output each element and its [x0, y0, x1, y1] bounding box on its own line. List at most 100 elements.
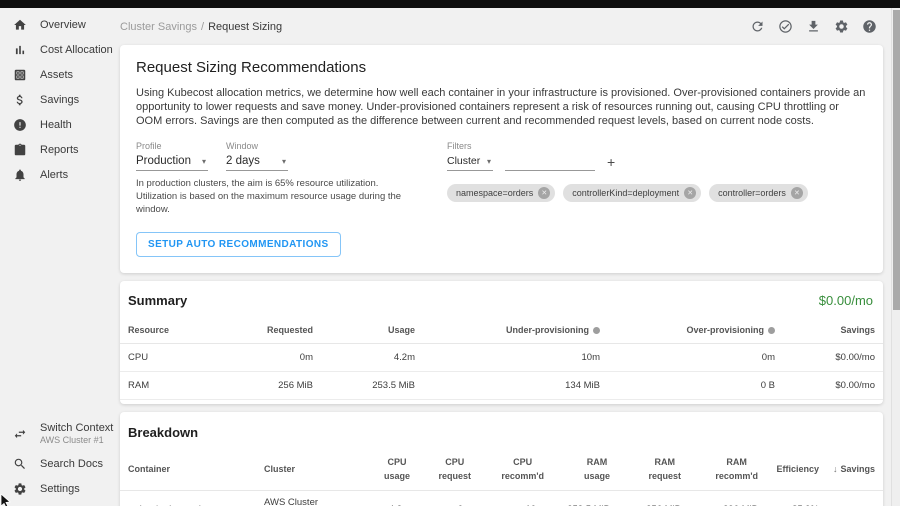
sidebar-item-label: Assets: [40, 69, 73, 81]
scrollbar-thumb[interactable]: [893, 10, 900, 310]
cell-requested: 0m: [253, 352, 313, 363]
cell-cluster: AWS Cluster #1/cluster-one: [264, 497, 360, 506]
cell-under: 134 MiB: [415, 380, 600, 391]
current-context: AWS Cluster #1: [40, 435, 113, 446]
column-header-ram-usage[interactable]: RAMusage: [584, 456, 610, 484]
sidebar-item-cost-allocation[interactable]: Cost Allocation: [0, 37, 110, 62]
help-icon[interactable]: [862, 19, 877, 34]
breakdown-title: Breakdown: [128, 425, 198, 440]
refresh-icon[interactable]: [750, 19, 765, 34]
info-icon[interactable]: [593, 327, 600, 334]
close-icon[interactable]: ✕: [538, 187, 550, 199]
table-row[interactable]: orders/orders:orders AWS Cluster #1/clus…: [120, 491, 883, 506]
breadcrumb-parent[interactable]: Cluster Savings: [120, 21, 197, 33]
summary-total-savings: $0.00/mo: [819, 293, 873, 308]
sidebar-item-alerts[interactable]: Alerts: [0, 162, 110, 187]
home-icon: [13, 18, 27, 32]
cell-over: 0m: [600, 352, 775, 363]
cell-savings: $0.00/mo: [775, 352, 875, 363]
window-select-label: Window: [226, 141, 288, 151]
profile-hint-text: In production clusters, the aim is 65% r…: [136, 178, 418, 216]
add-filter-button[interactable]: +: [607, 155, 615, 171]
main-area: Cluster Savings / Request Sizing Request S…: [110, 8, 891, 506]
setup-auto-recommendations-button[interactable]: SETUP AUTO RECOMMENDATIONS: [136, 232, 341, 257]
cell-usage: 4.2m: [313, 352, 415, 363]
sidebar-item-overview[interactable]: Overview: [0, 12, 110, 37]
summary-card: Summary $0.00/mo Resource Requested Usag…: [120, 281, 883, 404]
bell-icon: [13, 168, 27, 182]
column-header-cpu-usage[interactable]: CPUusage: [384, 456, 410, 484]
profile-select[interactable]: Production ▾: [136, 154, 208, 171]
column-header-savings-sort[interactable]: ↓Savings: [833, 463, 875, 477]
request-sizing-card: Request Sizing Recommendations Using Kub…: [120, 45, 883, 273]
filter-value-input[interactable]: [505, 155, 595, 171]
check-circle-icon[interactable]: [778, 19, 793, 34]
column-header-ram-request[interactable]: RAMrequest: [648, 456, 681, 484]
sidebar: Overview Cost Allocation Assets Savings …: [0, 8, 110, 506]
search-docs-button[interactable]: Search Docs: [0, 451, 110, 476]
column-header-cluster[interactable]: Cluster: [264, 463, 295, 477]
table-row: RAM 256 MiB 253.5 MiB 134 MiB 0 B $0.00/…: [120, 372, 883, 400]
column-header-usage: Usage: [313, 325, 415, 335]
search-docs-label: Search Docs: [40, 458, 103, 470]
sort-descending-icon: ↓: [833, 464, 838, 474]
column-header-requested: Requested: [253, 325, 313, 335]
filter-chip[interactable]: controllerKind=deployment ✕: [563, 184, 701, 202]
window-select[interactable]: 2 days ▾: [226, 154, 288, 171]
switch-context-button[interactable]: Switch Context AWS Cluster #1: [0, 417, 110, 451]
summary-title: Summary: [128, 293, 187, 308]
clipboard-icon: [13, 143, 27, 157]
mouse-cursor: [0, 494, 12, 506]
gear-icon[interactable]: [834, 19, 849, 34]
sidebar-item-assets[interactable]: Assets: [0, 62, 110, 87]
search-icon: [13, 457, 27, 471]
column-header-container[interactable]: Container: [128, 463, 170, 477]
chevron-down-icon: ▾: [202, 157, 206, 166]
filter-chip[interactable]: controller=orders ✕: [709, 184, 808, 202]
chevron-down-icon: ▾: [487, 157, 491, 166]
cell-requested: 256 MiB: [253, 380, 313, 391]
cell-resource: CPU: [128, 352, 253, 363]
info-icon[interactable]: [768, 327, 775, 334]
column-header-cpu-request[interactable]: CPUrequest: [438, 456, 471, 484]
sidebar-item-health[interactable]: Health: [0, 112, 110, 137]
sidebar-item-reports[interactable]: Reports: [0, 137, 110, 162]
cell-savings: $0.00/mo: [775, 380, 875, 391]
settings-button[interactable]: Settings: [0, 476, 110, 501]
download-icon[interactable]: [806, 19, 821, 34]
column-header-efficiency[interactable]: Efficiency: [776, 463, 819, 477]
column-header-under-provisioning: Under-provisioning: [415, 325, 600, 335]
sidebar-item-label: Cost Allocation: [40, 44, 113, 56]
column-header-ram-recommd[interactable]: RAMrecomm'd: [715, 456, 758, 484]
table-row: CPU 0m 4.2m 10m 0m $0.00/mo: [120, 344, 883, 372]
profile-select-label: Profile: [136, 141, 208, 151]
switch-context-label: Switch Context: [40, 422, 113, 435]
profile-select-value: Production: [136, 155, 191, 167]
page-header: Cluster Savings / Request Sizing: [110, 8, 891, 45]
top-window-bar: [0, 0, 900, 8]
cell-usage: 253.5 MiB: [313, 380, 415, 391]
filter-chip-label: namespace=orders: [456, 188, 533, 198]
window-select-value: 2 days: [226, 155, 260, 167]
chevron-down-icon: ▾: [282, 157, 286, 166]
sidebar-item-label: Alerts: [40, 169, 68, 181]
cell-over: 0 B: [600, 380, 775, 391]
breadcrumb-current: Request Sizing: [208, 21, 282, 33]
breadcrumb-separator: /: [201, 21, 204, 33]
settings-label: Settings: [40, 483, 80, 495]
filter-type-select[interactable]: Cluster ▾: [447, 154, 493, 171]
column-header-cpu-recommd[interactable]: CPUrecomm'd: [501, 456, 544, 484]
sidebar-item-savings[interactable]: Savings: [0, 87, 110, 112]
sidebar-item-label: Savings: [40, 94, 79, 106]
filter-chip[interactable]: namespace=orders ✕: [447, 184, 555, 202]
close-icon[interactable]: ✕: [791, 187, 803, 199]
breadcrumb: Cluster Savings / Request Sizing: [120, 21, 282, 33]
page-title: Request Sizing Recommendations: [136, 59, 867, 76]
cell-resource: RAM: [128, 380, 253, 391]
close-icon[interactable]: ✕: [684, 187, 696, 199]
sidebar-item-label: Health: [40, 119, 72, 131]
vertical-scrollbar[interactable]: [891, 8, 900, 506]
header-actions: [750, 19, 877, 34]
column-header-savings: Savings: [775, 325, 875, 335]
page-description: Using Kubecost allocation metrics, we de…: [136, 86, 867, 128]
